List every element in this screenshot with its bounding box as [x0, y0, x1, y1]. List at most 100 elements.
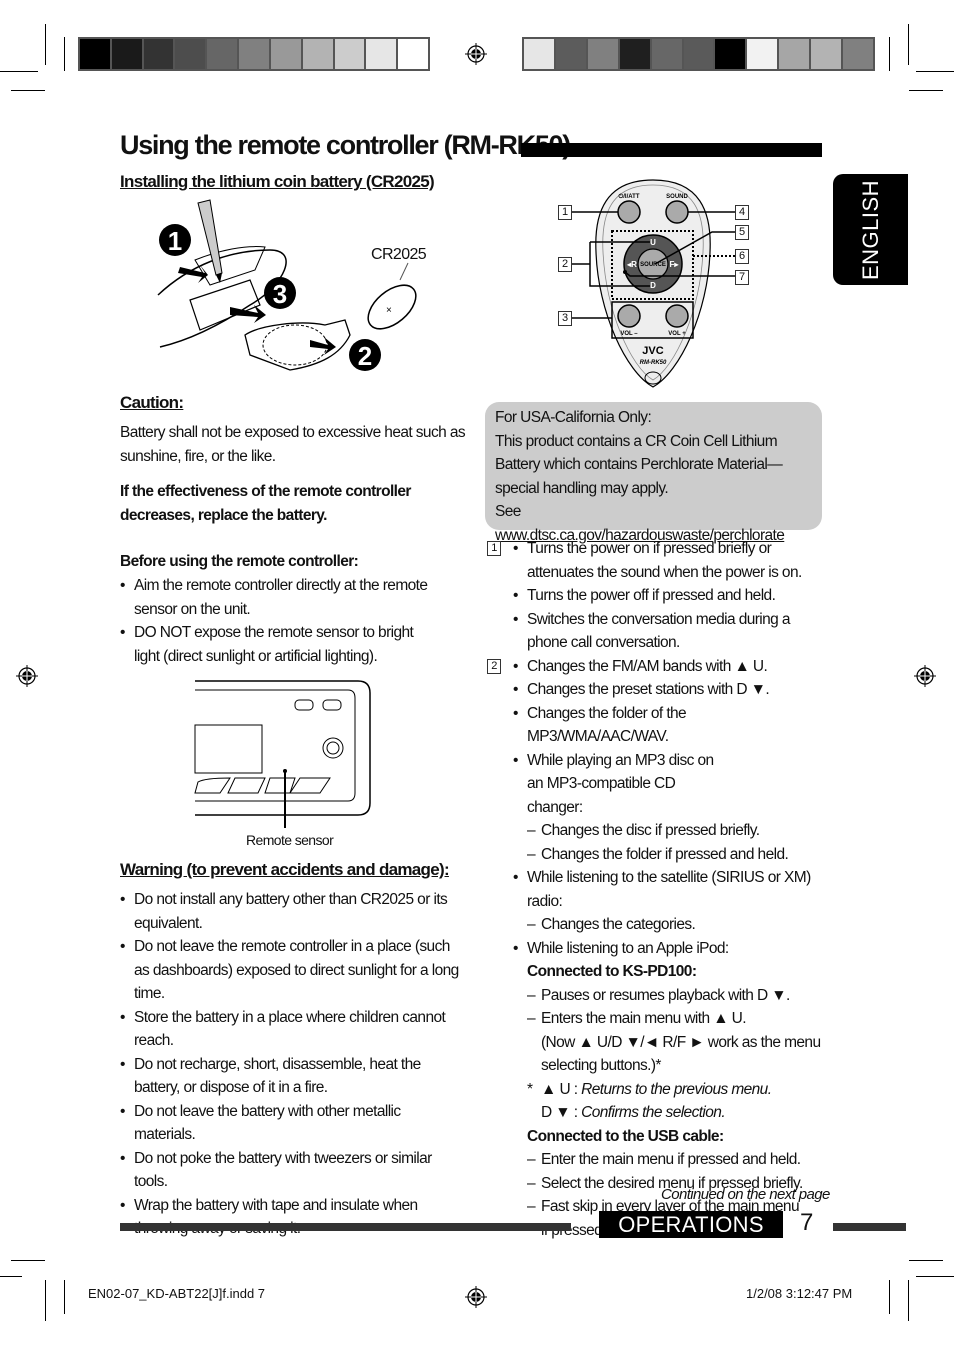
list-item: Do not leave the battery with other meta…: [120, 1100, 465, 1147]
color-swatch: [270, 39, 301, 69]
ks-pd100-heading: Connected to KS-PD100:: [527, 963, 697, 980]
sub-item: Changes the folder if pressed and held.: [527, 843, 822, 867]
step-1-number: 1: [168, 226, 182, 256]
left-label: ◂R: [626, 260, 637, 269]
color-swatch: [715, 39, 746, 69]
list-item: Store the battery in a place where child…: [120, 1006, 465, 1053]
list-item: Do not recharge, short, disassemble, hea…: [120, 1053, 465, 1100]
callout-7: 7: [735, 270, 749, 285]
page-title: Using the remote controller (RM-RK50): [120, 130, 571, 160]
vol-plus-label: VOL +: [668, 331, 686, 337]
warning-list: Do not install any battery other than CR…: [120, 888, 465, 1241]
color-swatch: [811, 39, 842, 69]
list-item: Changes the preset stations with D ▼.: [513, 678, 822, 702]
caution-bold-note: If the effectiveness of the remote contr…: [120, 483, 411, 524]
color-swatch: [111, 39, 142, 69]
color-swatch: [843, 39, 873, 69]
callout-1: 1: [558, 205, 572, 220]
color-swatch: [587, 39, 618, 69]
step-2-number: 2: [358, 341, 372, 371]
usb-heading: Connected to the USB cable:: [527, 1127, 724, 1145]
right-label: F▸: [670, 260, 680, 269]
list-item: While playing an MP3 disc on an MP3-comp…: [513, 749, 822, 867]
list-item: Wrap the battery with tape and insulate …: [120, 1194, 465, 1241]
color-swatch: [651, 39, 682, 69]
list-item-text: While listening to an Apple iPod:: [527, 939, 729, 957]
color-swatch: [207, 39, 238, 69]
callout-2: 2: [558, 257, 572, 272]
color-swatch: [683, 39, 714, 69]
power-att-label: ⏻/I/ATT: [619, 193, 640, 200]
battery-heading: Installing the lithium coin battery (CR2…: [120, 172, 435, 191]
vol-minus-label: VOL –: [620, 331, 638, 337]
list-item: Switches the conversation media during a…: [513, 608, 822, 655]
brand-logo: JVC: [642, 345, 663, 357]
footer-rule-left: [120, 1223, 571, 1231]
callout-4: 4: [735, 205, 749, 220]
list-item: Do not poke the battery with tweezers or…: [120, 1147, 465, 1194]
registration-mark-icon: [914, 665, 936, 687]
section-label: OPERATIONS: [599, 1211, 783, 1238]
function-number: 2: [487, 658, 501, 674]
color-swatch: [779, 39, 810, 69]
color-swatch: [555, 39, 586, 69]
before-use-list: Aim the remote controller directly at th…: [120, 574, 440, 668]
footer-rule-right: [833, 1223, 906, 1231]
slug-filename: EN02-07_KD-ABT22[J]f.indd 7: [88, 1286, 266, 1301]
remote-sensor-label: Remote sensor: [246, 832, 334, 848]
sub-item: Enter the main menu if pressed and held.: [527, 1148, 822, 1172]
sound-label: SOUND: [666, 194, 688, 200]
registration-mark-icon: [465, 43, 487, 65]
footnote-text: Confirms the selection.: [581, 1104, 726, 1121]
caution-text: Battery shall not be exposed to excessiv…: [120, 424, 466, 465]
color-swatch: [175, 39, 206, 69]
list-item: Turns the power off if pressed and held.: [513, 584, 822, 608]
color-calibration-bar-right: [522, 37, 875, 71]
color-swatch: [619, 39, 650, 69]
slug-timestamp: 1/2/08 3:12:47 PM: [746, 1286, 853, 1301]
color-swatch: [302, 39, 333, 69]
california-text: This product contains a CR Coin Cell Lit…: [495, 432, 783, 497]
list-item: DO NOT expose the remote sensor to brigh…: [120, 621, 440, 668]
color-swatch: [80, 39, 110, 69]
list-item: Changes the folder of the MP3/WMA/AAC/WA…: [513, 702, 822, 749]
list-item: Aim the remote controller directly at th…: [120, 574, 440, 621]
svg-text:×: ×: [386, 305, 392, 316]
battery-install-illustration: × 1 2 3: [157, 199, 417, 371]
registration-mark-icon: [16, 665, 38, 687]
color-calibration-bar-left: [78, 37, 430, 71]
continued-note: Continued on the next page: [661, 1186, 830, 1203]
see-label: See: [495, 503, 521, 520]
footnote-text: Returns to the previous menu.: [581, 1080, 772, 1098]
button-functions: 1 Turns the power on if pressed briefly …: [487, 537, 822, 1242]
list-item: While listening to the satellite (SIRIUS…: [513, 866, 822, 937]
color-swatch: [366, 39, 397, 69]
callout-5: 5: [735, 225, 749, 240]
source-label: SOURCE: [640, 262, 666, 268]
footnote-key: D ▼ :: [541, 1104, 582, 1121]
language-tab-label: ENGLISH: [857, 179, 883, 280]
step-3-number: 3: [273, 279, 287, 309]
footnote: * ▲ U : Returns to the previous menu. D …: [527, 1078, 822, 1125]
list-item-text: While listening to the satellite (SIRIUS…: [527, 869, 811, 910]
language-tab: ENGLISH: [833, 174, 908, 285]
callout-6: 6: [735, 249, 749, 264]
california-notice: For USA-California Only: This product co…: [485, 402, 822, 544]
sub-item: Pauses or resumes playback with D ▼.: [527, 984, 822, 1008]
sub-item: Enters the main menu with ▲ U.: [527, 1007, 822, 1031]
menu-note: (Now ▲ U/D ▼/◄ R/F ► work as the menu se…: [541, 1033, 821, 1075]
sub-item: Changes the disc if pressed briefly.: [527, 819, 822, 843]
down-label: D: [650, 281, 656, 290]
list-item: Changes the FM/AM bands with ▲ U.: [513, 655, 822, 679]
page-number: 7: [800, 1209, 814, 1236]
function-number: 1: [487, 541, 501, 556]
color-swatch: [747, 39, 778, 69]
list-item: Turns the power on if pressed briefly or…: [513, 537, 822, 584]
warning-heading: Warning (to prevent accidents and damage…: [120, 860, 450, 879]
up-label: U: [650, 238, 656, 247]
registration-mark-icon: [465, 1286, 487, 1308]
head-unit-illustration: [194, 680, 371, 828]
footnote-key: ▲ U :: [541, 1080, 582, 1098]
color-swatch: [239, 39, 269, 69]
function-item-1: 1 Turns the power on if pressed briefly …: [487, 537, 822, 655]
